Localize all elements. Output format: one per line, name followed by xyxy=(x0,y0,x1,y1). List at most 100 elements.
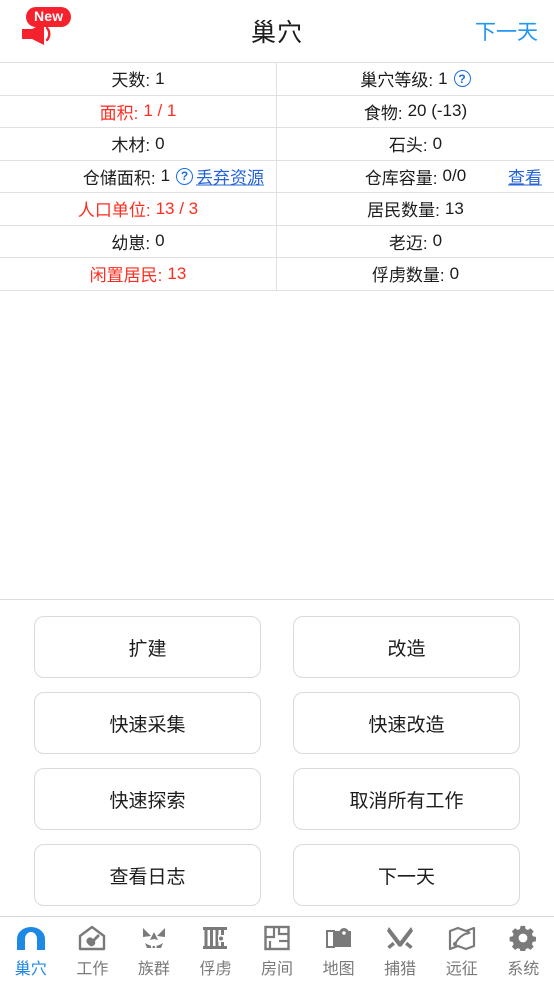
cave-arch-icon xyxy=(16,923,46,953)
question-circle-icon[interactable]: ? xyxy=(176,167,194,185)
tab-巢穴[interactable]: 巢穴 xyxy=(0,917,62,984)
stat-value: 0/0 xyxy=(442,166,467,186)
stat-label: 仓库容量: xyxy=(364,168,438,188)
tab-label: 捕猎 xyxy=(384,960,417,978)
action-button-label: 查看日志 xyxy=(109,866,186,888)
stat-cell-right: 老迈: 0 xyxy=(277,226,554,258)
stat-label: 闲置居民: xyxy=(89,266,163,286)
stat-label: 俘虏数量: xyxy=(371,266,445,286)
stat-value: 1 xyxy=(155,68,165,88)
prison-bars-icon xyxy=(201,923,229,953)
floor-plan-icon xyxy=(263,923,291,953)
gear-icon xyxy=(509,923,537,953)
stat-label: 面积: xyxy=(99,103,139,123)
stat-label: 巢穴等级: xyxy=(360,71,434,91)
map-pin-icon xyxy=(325,923,353,953)
question-circle-icon[interactable]: ? xyxy=(453,70,471,88)
stat-cell-left: 天数: 1 xyxy=(0,63,277,95)
tab-label: 系统 xyxy=(507,960,540,978)
tab-系统[interactable]: 系统 xyxy=(493,917,554,984)
action-button[interactable]: 快速采集 xyxy=(34,692,261,754)
tab-label: 工作 xyxy=(76,960,109,978)
action-button[interactable]: 下一天 xyxy=(293,844,520,906)
action-button[interactable]: 取消所有工作 xyxy=(293,768,520,830)
tab-label: 地图 xyxy=(322,960,355,978)
stat-link[interactable]: 丢弃资源 xyxy=(196,164,264,189)
tab-俘虏[interactable]: 俘虏 xyxy=(185,917,247,984)
stats-row: 闲置居民: 13 俘虏数量: 0 xyxy=(0,258,554,291)
stat-value: 0 xyxy=(155,133,165,153)
stat-cell-right: 巢穴等级: 1? xyxy=(277,63,554,95)
tab-label: 巢穴 xyxy=(14,960,47,978)
bottom-tab-bar: 巢穴 工作 族群 俘虏 房间 地图 捕猎 远征 系统 xyxy=(0,916,554,984)
stat-cell-left: 仓储面积: 1? 丢弃资源 xyxy=(0,160,277,192)
tab-label: 房间 xyxy=(261,960,294,978)
stats-row: 人口单位: 13 / 3 居民数量: 13 xyxy=(0,193,554,226)
stat-cell-right: 居民数量: 13 xyxy=(277,193,554,225)
stat-cell-left: 人口单位: 13 / 3 xyxy=(0,193,277,225)
action-button[interactable]: 快速改造 xyxy=(293,692,520,754)
stat-cell-left: 幼崽: 0 xyxy=(0,225,277,257)
tab-房间[interactable]: 房间 xyxy=(246,917,308,984)
stats-row: 幼崽: 0 老迈: 0 xyxy=(0,225,554,258)
action-button[interactable]: 扩建 xyxy=(34,616,261,678)
stat-cell-left: 闲置居民: 13 xyxy=(0,258,277,290)
action-button[interactable]: 查看日志 xyxy=(34,844,261,906)
announcement-button[interactable]: New xyxy=(14,4,78,52)
action-button-label: 扩建 xyxy=(128,638,167,660)
action-button-label: 下一天 xyxy=(377,866,435,888)
stat-value: 0 xyxy=(449,263,460,283)
stat-link[interactable]: 查看 xyxy=(508,164,542,189)
stat-label: 居民数量: xyxy=(367,201,440,221)
stat-cell-right: 仓库容量: 0/0 查看 xyxy=(277,161,554,193)
stats-row: 仓储面积: 1? 丢弃资源 仓库容量: 0/0 查看 xyxy=(0,160,554,193)
stat-label: 幼崽: xyxy=(111,233,151,253)
stat-label: 石头: xyxy=(388,136,428,156)
action-button[interactable]: 快速探索 xyxy=(34,768,261,830)
stat-value: 0 xyxy=(432,133,443,153)
next-day-link[interactable]: 下一天 xyxy=(475,16,538,46)
stats-row: 面积: 1 / 1 食物: 20 (-13) xyxy=(0,95,554,128)
expedition-route-icon xyxy=(448,923,476,953)
stat-label: 老迈: xyxy=(388,233,428,253)
stat-value: 1 xyxy=(160,166,171,186)
action-button-label: 取消所有工作 xyxy=(349,790,464,812)
stat-label: 木材: xyxy=(111,136,151,156)
stat-value: 13 / 3 xyxy=(155,198,199,218)
stat-value: 1 / 1 xyxy=(143,101,177,121)
tab-工作[interactable]: 工作 xyxy=(62,917,124,984)
app-root: New 巢穴 下一天 天数: 1 巢穴等级: 1? 面积: 1 / 1 食物: 20 (-13… xyxy=(0,0,554,984)
stat-cell-left: 面积: 1 / 1 xyxy=(0,95,277,127)
stat-value: 0 xyxy=(432,231,443,251)
stat-value: 13 xyxy=(167,263,187,283)
stat-cell-right: 石头: 0 xyxy=(277,128,554,160)
tab-label: 族群 xyxy=(137,960,170,978)
stats-row: 天数: 1 巢穴等级: 1? xyxy=(0,63,554,96)
action-button-label: 快速采集 xyxy=(109,714,186,736)
tab-族群[interactable]: 族群 xyxy=(123,917,185,984)
stats-table: 天数: 1 巢穴等级: 1? 面积: 1 / 1 食物: 20 (-13) 木材: 0 石头: 0 仓储… xyxy=(0,62,554,291)
stat-label: 天数: xyxy=(111,71,151,91)
new-badge: New xyxy=(26,7,72,27)
stat-value: 1 xyxy=(438,68,448,88)
content-spacer xyxy=(0,290,554,599)
stat-cell-left: 木材: 0 xyxy=(0,128,277,160)
tab-label: 俘虏 xyxy=(199,960,232,978)
app-header: New 巢穴 下一天 xyxy=(0,0,554,62)
action-button[interactable]: 改造 xyxy=(293,616,520,678)
tab-捕猎[interactable]: 捕猎 xyxy=(369,917,431,984)
action-button-label: 快速改造 xyxy=(368,714,445,736)
tab-远征[interactable]: 远征 xyxy=(431,917,493,984)
tab-label: 远征 xyxy=(445,960,478,978)
tab-地图[interactable]: 地图 xyxy=(308,917,370,984)
action-button-label: 改造 xyxy=(387,638,426,660)
stat-value: 20 (-13) xyxy=(407,101,468,121)
stats-row: 木材: 0 石头: 0 xyxy=(0,128,554,161)
action-button-label: 快速探索 xyxy=(109,790,186,812)
stat-value: 13 xyxy=(444,198,464,218)
stat-cell-right: 食物: 20 (-13) xyxy=(277,96,554,128)
stat-label: 仓储面积: xyxy=(82,168,156,188)
house-work-icon xyxy=(78,923,106,953)
stat-cell-right: 俘虏数量: 0 xyxy=(277,258,554,290)
action-button-grid: 扩建 改造快速采集 快速改造快速探索 取消所有工作查看日志 下一天 xyxy=(0,599,554,916)
